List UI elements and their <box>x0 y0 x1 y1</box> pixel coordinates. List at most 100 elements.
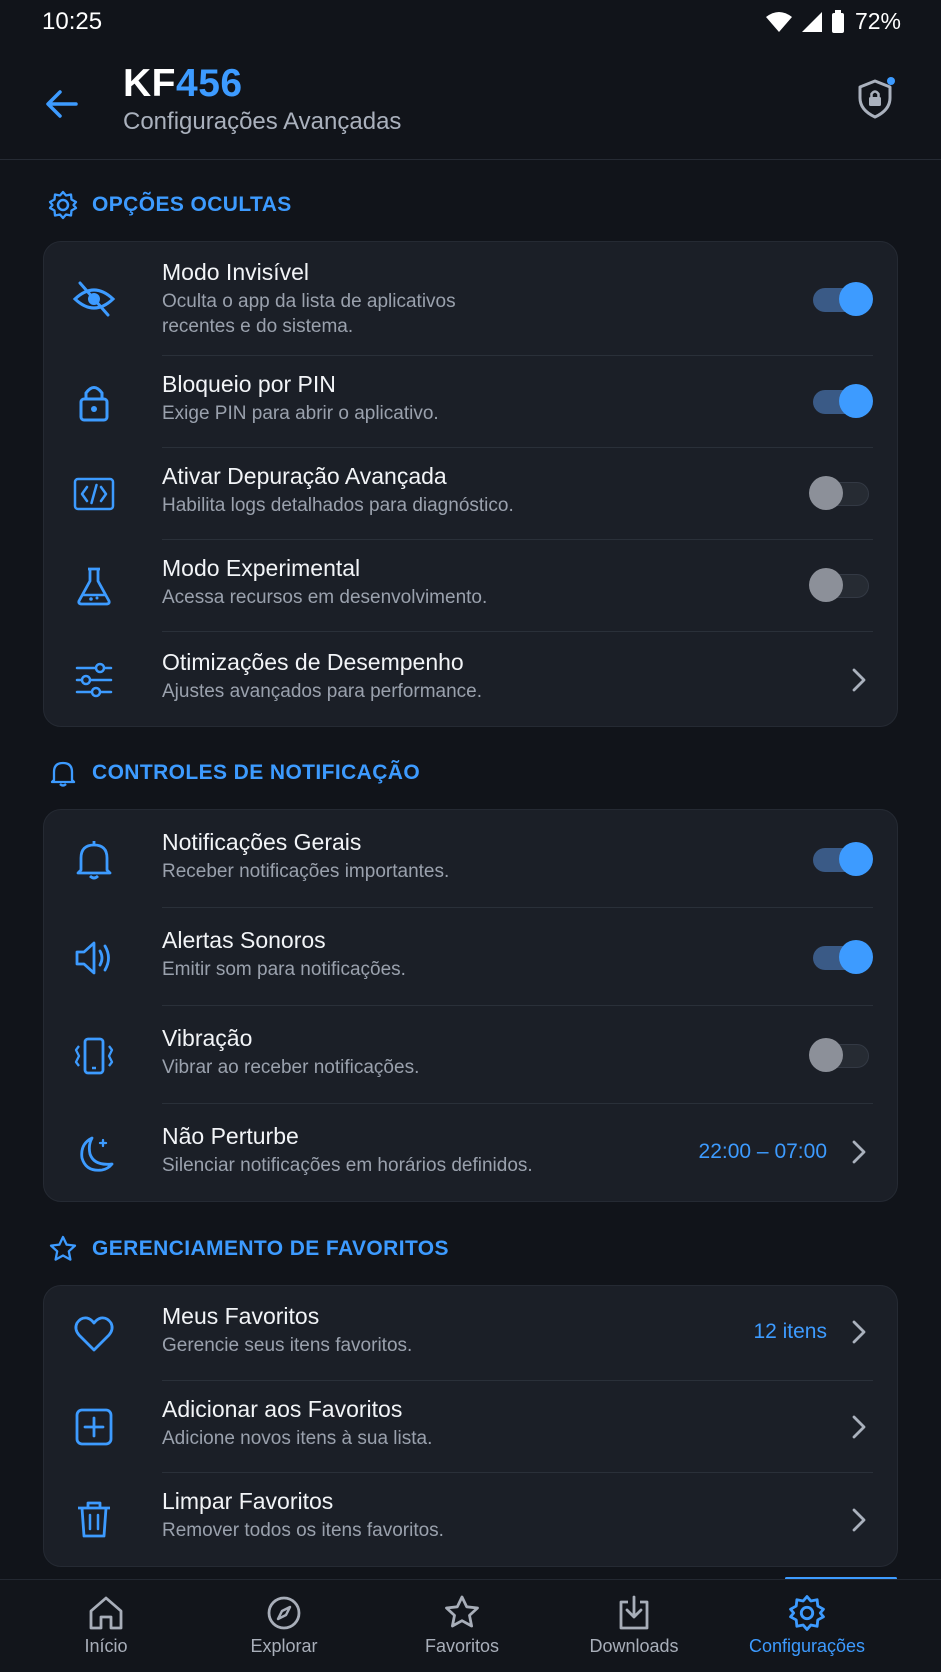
setting-name: Otimizações de Desempenho <box>162 649 464 675</box>
nav-label: Início <box>84 1636 128 1656</box>
bottom-navigation: Início Explorar Favoritos Downloads Conf… <box>0 1579 941 1672</box>
star-icon <box>49 1235 77 1261</box>
gear-icon <box>789 1595 825 1631</box>
setting-description: Ajustes avançados para performance. <box>162 681 483 702</box>
eye-off-icon <box>72 281 116 317</box>
app-header: KF456 Configurações Avançadas <box>0 46 941 160</box>
setting-row-general-notifications[interactable]: Notificações Gerais Receber notificações… <box>44 810 899 908</box>
settings-screen: 10:25 72% KF456 Configurações Avançadas … <box>0 0 941 1672</box>
gear-icon <box>48 190 78 220</box>
moon-icon <box>80 1136 114 1172</box>
vibrate-icon <box>74 1037 114 1075</box>
chevron-right-icon <box>852 1508 866 1532</box>
dnd-schedule-value: 22:00 – 07:00 <box>698 1140 827 1163</box>
chevron-right-icon <box>852 1415 866 1439</box>
setting-name: Limpar Favoritos <box>162 1488 334 1514</box>
compass-icon <box>267 1596 301 1630</box>
download-icon <box>619 1595 649 1630</box>
sliders-icon <box>75 662 113 698</box>
general-notifications-toggle[interactable] <box>809 842 873 876</box>
setting-row-my-favorites[interactable]: Meus Favoritos Gerencie seus itens favor… <box>44 1286 899 1381</box>
setting-row-invisible-mode[interactable]: Modo Invisível Oculta o app da lista de … <box>44 242 899 356</box>
setting-name: Modo Experimental <box>162 555 361 581</box>
chevron-right-icon <box>852 668 866 692</box>
setting-name: Notificações Gerais <box>162 829 362 855</box>
nav-explore[interactable]: Explorar <box>214 1580 354 1672</box>
speaker-icon <box>75 941 110 975</box>
star-icon <box>445 1595 479 1628</box>
setting-description: Adicione novos itens à sua lista. <box>162 1428 433 1449</box>
setting-description: Vibrar ao receber notificações. <box>162 1057 420 1078</box>
setting-description: Remover todos os itens favoritos. <box>162 1520 444 1541</box>
experimental-mode-toggle[interactable] <box>809 568 873 602</box>
setting-row-advanced-debug[interactable]: Ativar Depuração Avançada Habilita logs … <box>44 448 899 540</box>
chevron-right-icon <box>852 1320 866 1344</box>
favorites-management-card: Meus Favoritos Gerencie seus itens favor… <box>43 1285 898 1567</box>
wifi-icon <box>765 11 792 32</box>
plus-square-icon <box>75 1408 113 1446</box>
status-time: 10:25 <box>42 8 103 35</box>
vibration-toggle[interactable] <box>809 1038 873 1072</box>
back-arrow-icon[interactable] <box>42 84 82 124</box>
nav-label: Downloads <box>589 1636 679 1656</box>
status-bar: 10:25 72% <box>0 0 941 46</box>
favorites-count: 12 itens <box>753 1320 827 1343</box>
setting-name: Alertas Sonoros <box>162 927 326 953</box>
setting-name: Adicionar aos Favoritos <box>162 1396 403 1422</box>
setting-name: Bloqueio por PIN <box>162 371 336 397</box>
notification-controls-card: Notificações Gerais Receber notificações… <box>43 809 898 1202</box>
sound-alerts-toggle[interactable] <box>809 940 873 974</box>
section-title-notification-controls: CONTROLES DE NOTIFICAÇÃO <box>48 758 420 788</box>
signal-icon <box>801 11 822 32</box>
bell-icon <box>76 841 112 880</box>
page-subtitle: Configurações Avançadas <box>123 108 402 135</box>
setting-row-do-not-disturb[interactable]: Não Perturbe Silenciar notificações em h… <box>44 1104 899 1203</box>
setting-name: Ativar Depuração Avançada <box>162 463 447 489</box>
setting-name: Meus Favoritos <box>162 1303 320 1329</box>
setting-row-clear-favorites[interactable]: Limpar Favoritos Remover todos os itens … <box>44 1473 899 1568</box>
lock-icon <box>79 386 109 422</box>
section-title-hidden-options: OPÇÕES OCULTAS <box>48 190 292 220</box>
bell-icon <box>50 761 76 787</box>
section-title-favorites-management: GERENCIAMENTO DE FAVORITOS <box>48 1234 449 1264</box>
heart-icon <box>74 1316 114 1352</box>
setting-row-add-favorites[interactable]: Adicionar aos Favoritos Adicione novos i… <box>44 1381 899 1473</box>
setting-description: Habilita logs detalhados para diagnóstic… <box>162 495 514 516</box>
setting-name: Vibração <box>162 1025 253 1051</box>
nav-home[interactable]: Início <box>36 1580 176 1672</box>
pin-lock-toggle[interactable] <box>809 384 873 418</box>
advanced-debug-toggle[interactable] <box>809 476 873 510</box>
nav-label: Favoritos <box>424 1636 500 1656</box>
setting-description: Receber notificações importantes. <box>162 861 450 882</box>
chevron-right-icon <box>852 1140 866 1164</box>
trash-icon <box>78 1501 110 1538</box>
setting-description: Emitir som para notificações. <box>162 959 406 980</box>
flask-icon <box>77 567 111 606</box>
status-icons: 72% <box>765 8 901 35</box>
setting-name: Modo Invisível <box>162 259 310 285</box>
nav-label: Explorar <box>250 1636 318 1656</box>
setting-description: Exige PIN para abrir o aplicativo. <box>162 403 439 424</box>
setting-row-sound-alerts[interactable]: Alertas Sonoros Emitir som para notifica… <box>44 908 899 1006</box>
hidden-options-card: Modo Invisível Oculta o app da lista de … <box>43 241 898 727</box>
setting-name: Não Perturbe <box>162 1123 299 1149</box>
home-icon <box>89 1596 123 1630</box>
setting-description: Acessa recursos em desenvolvimento. <box>162 587 488 608</box>
code-icon <box>73 477 115 511</box>
setting-row-vibration[interactable]: Vibração Vibrar ao receber notificações. <box>44 1006 899 1104</box>
shield-lock-icon[interactable] <box>854 76 896 122</box>
page-title: KF456 <box>123 62 243 105</box>
setting-row-performance[interactable]: Otimizações de Desempenho Ajustes avança… <box>44 632 899 728</box>
nav-settings[interactable]: Configurações <box>737 1580 877 1672</box>
setting-row-pin-lock[interactable]: Bloqueio por PIN Exige PIN para abrir o … <box>44 356 899 448</box>
setting-description: Silenciar notificações em horários defin… <box>162 1155 533 1176</box>
battery-icon <box>831 9 844 33</box>
setting-description: Oculta o app da lista de aplicativos rece… <box>162 291 456 337</box>
nav-favorites[interactable]: Favoritos <box>392 1580 532 1672</box>
battery-percent: 72% <box>854 8 901 34</box>
invisible-mode-toggle[interactable] <box>809 282 873 316</box>
nav-label: Configurações <box>748 1636 866 1656</box>
nav-downloads[interactable]: Downloads <box>564 1580 704 1672</box>
setting-description: Gerencie seus itens favoritos. <box>162 1335 413 1356</box>
setting-row-experimental-mode[interactable]: Modo Experimental Acessa recursos em des… <box>44 540 899 632</box>
